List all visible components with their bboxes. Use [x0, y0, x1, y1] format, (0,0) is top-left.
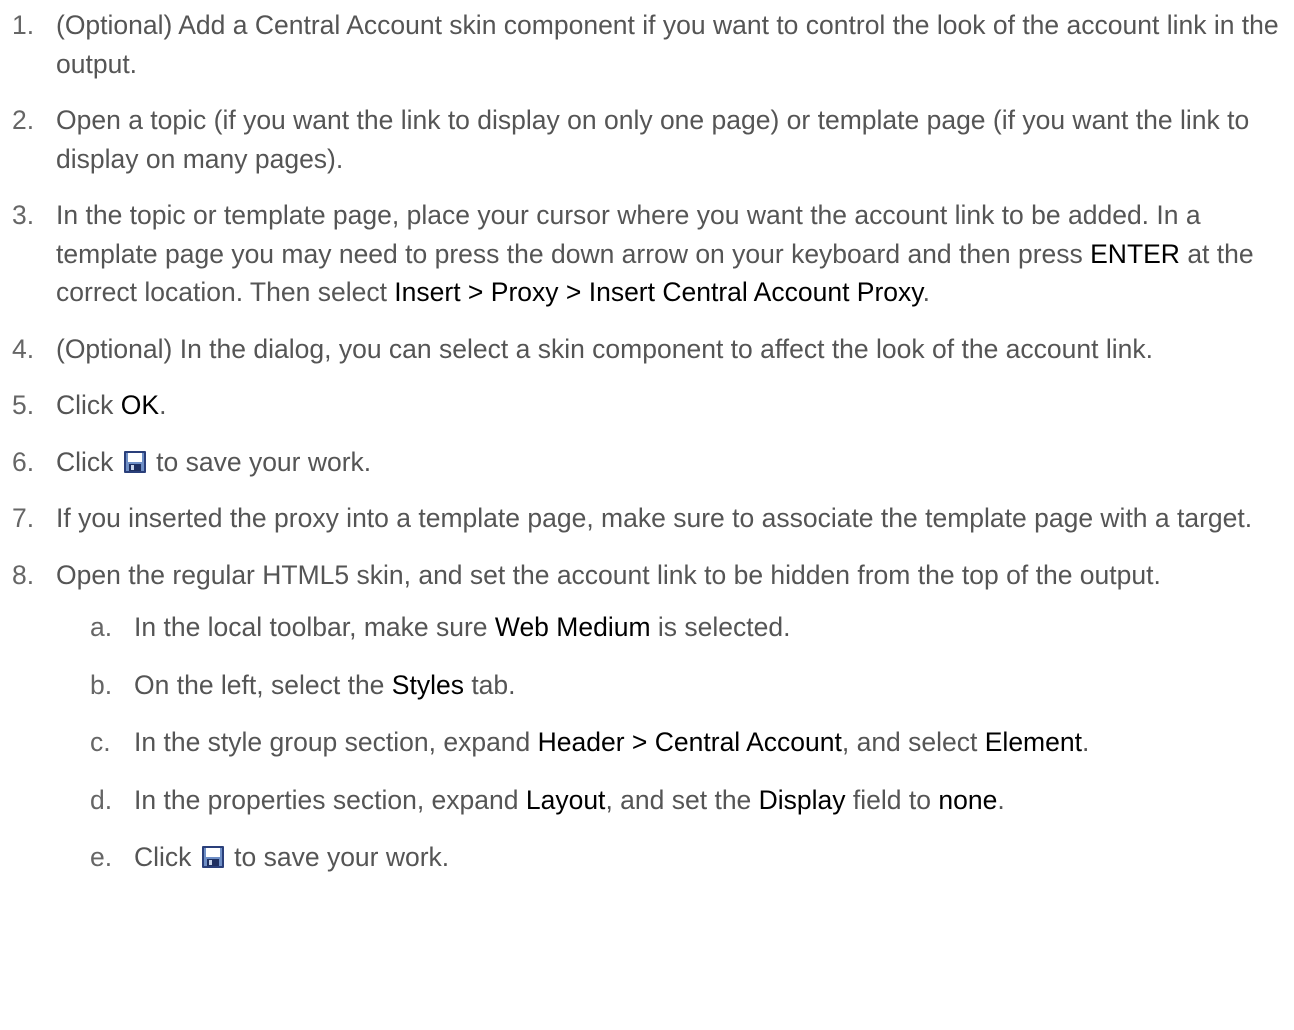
- substep-content: In the properties section, expand Layout…: [134, 785, 1005, 815]
- step-text: (Optional) Add a Central Account skin co…: [56, 10, 1279, 79]
- step-text: (Optional) In the dialog, you can select…: [56, 333, 1153, 364]
- step-number: 2.: [12, 105, 35, 135]
- substep-item: d. In the properties section, expand Layo…: [56, 781, 1294, 820]
- ui-label: none: [938, 784, 998, 815]
- step-text: In the properties section, expand: [134, 784, 526, 815]
- substep-content: Click to save your work.: [134, 842, 449, 872]
- step-item: 4. (Optional) In the dialog, you can sele…: [0, 330, 1294, 369]
- step-text: In the local toolbar, make sure: [134, 612, 495, 642]
- step-item: 7. If you inserted the proxy into a templ…: [0, 499, 1294, 538]
- ui-label: ENTER: [1090, 238, 1180, 269]
- step-number: 3.: [12, 200, 35, 230]
- step-number: 8.: [12, 559, 35, 590]
- ui-label: Layout: [525, 784, 606, 815]
- substep-letter: a.: [90, 612, 113, 642]
- step-text: If you inserted the proxy into a templat…: [56, 503, 1253, 533]
- step-text: field to: [845, 784, 939, 815]
- step-item: 1. (Optional) Add a Central Account skin …: [0, 6, 1294, 83]
- step-item: 8. Open the regular HTML5 skin, and set t…: [0, 556, 1294, 877]
- substep-content: In the local toolbar, make sure Web Medi…: [134, 612, 790, 642]
- step-text: In the topic or template page, place you…: [56, 200, 1201, 269]
- step-text: .: [1081, 727, 1090, 757]
- ui-label: Header > Central Account: [537, 727, 842, 757]
- step-content: (Optional) Add a Central Account skin co…: [56, 10, 1279, 79]
- step-text: Open the regular HTML5 skin, and set the…: [56, 559, 1161, 590]
- save-icon: [123, 450, 147, 474]
- step-text: .: [922, 277, 930, 307]
- step-number: 4.: [12, 333, 35, 364]
- step-text: .: [159, 390, 167, 420]
- ui-label: Display: [758, 784, 846, 815]
- step-item: 6. Click to save your work.: [0, 443, 1294, 482]
- step-number: 7.: [12, 503, 35, 533]
- step-text: tab.: [463, 669, 516, 700]
- step-text: Click: [56, 446, 121, 477]
- step-content: In the topic or template page, place you…: [56, 200, 1254, 307]
- step-number: 5.: [12, 390, 35, 420]
- ui-label: Element: [984, 727, 1082, 757]
- substep-item: e. Click to save your work.: [56, 838, 1294, 877]
- substep-letter: e.: [90, 842, 113, 872]
- step-item: 3. In the topic or template page, place y…: [0, 196, 1294, 312]
- document-page: 1. (Optional) Add a Central Account skin …: [0, 0, 1294, 1030]
- step-text: On the left, select the: [134, 669, 392, 700]
- substep-item: a. In the local toolbar, make sure Web Me…: [56, 608, 1294, 647]
- substeps-list: a. In the local toolbar, make sure Web Me…: [56, 608, 1294, 877]
- substep-letter: b.: [90, 669, 113, 700]
- ui-label: Web Medium: [494, 612, 651, 642]
- step-text: , and select: [841, 727, 985, 757]
- substep-content: In the style group section, expand Heade…: [134, 727, 1089, 757]
- step-text: Click: [134, 842, 199, 872]
- substep-letter: c.: [90, 727, 111, 757]
- step-text: to save your work.: [226, 842, 450, 872]
- ui-label: Insert > Proxy > Insert Central Account …: [394, 277, 923, 307]
- step-item: 5. Click OK.: [0, 386, 1294, 425]
- step-text: In the style group section, expand: [134, 727, 538, 757]
- ui-label: Styles: [391, 669, 464, 700]
- procedure-steps-list: 1. (Optional) Add a Central Account skin …: [0, 6, 1294, 896]
- step-text: is selected.: [650, 612, 791, 642]
- substep-item: c. In the style group section, expand Hea…: [56, 723, 1294, 762]
- save-icon: [201, 845, 225, 869]
- step-text: Click: [56, 390, 121, 420]
- step-number: 6.: [12, 446, 35, 477]
- step-text: Open a topic (if you want the link to di…: [56, 105, 1250, 174]
- substep-letter: d.: [90, 784, 113, 815]
- step-text: to save your work.: [148, 446, 372, 477]
- step-content: Open the regular HTML5 skin, and set the…: [56, 560, 1161, 590]
- step-content: Open a topic (if you want the link to di…: [56, 105, 1249, 174]
- step-item: 2. Open a topic (if you want the link to …: [0, 101, 1294, 178]
- substep-content: On the left, select the Styles tab.: [134, 670, 516, 700]
- substep-item: b. On the left, select the Styles tab.: [56, 666, 1294, 705]
- step-text: .: [997, 784, 1005, 815]
- step-content: Click to save your work.: [56, 447, 371, 477]
- step-number: 1.: [12, 10, 35, 40]
- step-content: Click OK.: [56, 390, 166, 420]
- step-content: (Optional) In the dialog, you can select…: [56, 334, 1153, 364]
- step-text: , and set the: [605, 784, 759, 815]
- step-content: If you inserted the proxy into a templat…: [56, 503, 1252, 533]
- ui-label: OK: [120, 390, 160, 420]
